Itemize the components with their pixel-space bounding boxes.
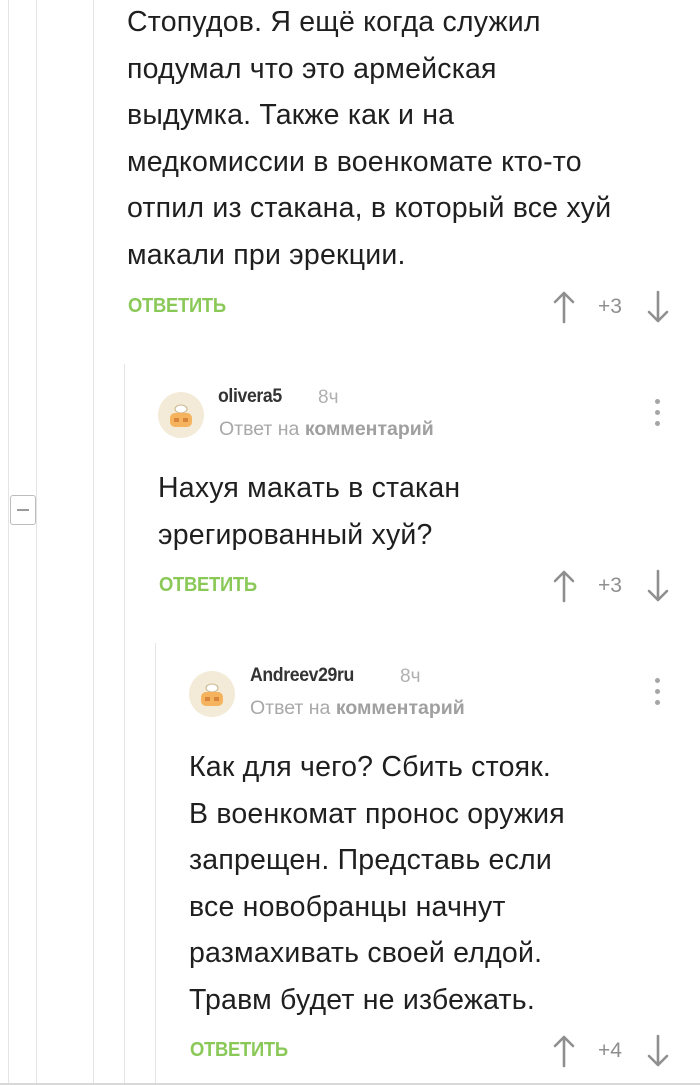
reply-to-link[interactable]: комментарий — [305, 418, 434, 440]
reply-button[interactable]: ОТВЕТИТЬ — [190, 1039, 288, 1062]
reply-to-prefix: Ответ на — [250, 697, 331, 719]
username[interactable]: olivera5 — [218, 386, 282, 408]
arrow-down-icon[interactable] — [646, 568, 670, 604]
thread-line — [124, 364, 125, 1085]
vote-controls: +4 — [552, 1033, 672, 1073]
username[interactable]: Andreev29ru — [250, 665, 354, 687]
thread-line — [8, 0, 9, 1085]
vote-controls: +3 — [552, 289, 672, 329]
comment-time: 8ч — [318, 387, 339, 408]
reply-to-line: Ответ на комментарий — [219, 418, 434, 441]
arrow-down-icon[interactable] — [646, 289, 670, 325]
comment-text: Нахуя макать в стакан эрегированный хуй? — [158, 472, 461, 551]
reply-to-line: Ответ на комментарий — [250, 697, 465, 720]
arrow-up-icon[interactable] — [552, 568, 576, 604]
reply-to-link[interactable]: комментарий — [336, 697, 465, 719]
arrow-up-icon[interactable] — [552, 289, 576, 325]
kebab-menu-icon[interactable] — [652, 397, 662, 429]
score: +3 — [598, 574, 622, 597]
thread-line — [155, 643, 156, 1085]
vote-controls: +3 — [552, 568, 672, 608]
collapse-thread-button[interactable] — [10, 495, 36, 525]
chef-avatar-icon — [170, 404, 192, 427]
kebab-menu-icon[interactable] — [652, 676, 662, 708]
reply-button[interactable]: ОТВЕТИТЬ — [159, 574, 257, 597]
avatar[interactable] — [189, 671, 235, 717]
score: +3 — [598, 295, 622, 318]
thread-line — [36, 0, 37, 1085]
arrow-down-icon[interactable] — [646, 1033, 670, 1069]
thread-line — [93, 0, 94, 1085]
score: +4 — [598, 1039, 622, 1062]
reply-button[interactable]: ОТВЕТИТЬ — [128, 295, 226, 318]
comment-time: 8ч — [400, 666, 421, 687]
arrow-up-icon[interactable] — [552, 1033, 576, 1069]
chef-avatar-icon — [201, 683, 223, 706]
avatar[interactable] — [158, 392, 204, 438]
comment-text: Стопудов. Я ещё когда служил подумал что… — [127, 6, 612, 271]
reply-to-prefix: Ответ на — [219, 418, 300, 440]
comment-text: Как для чего? Сбить стояк. В военкомат п… — [189, 751, 565, 1016]
